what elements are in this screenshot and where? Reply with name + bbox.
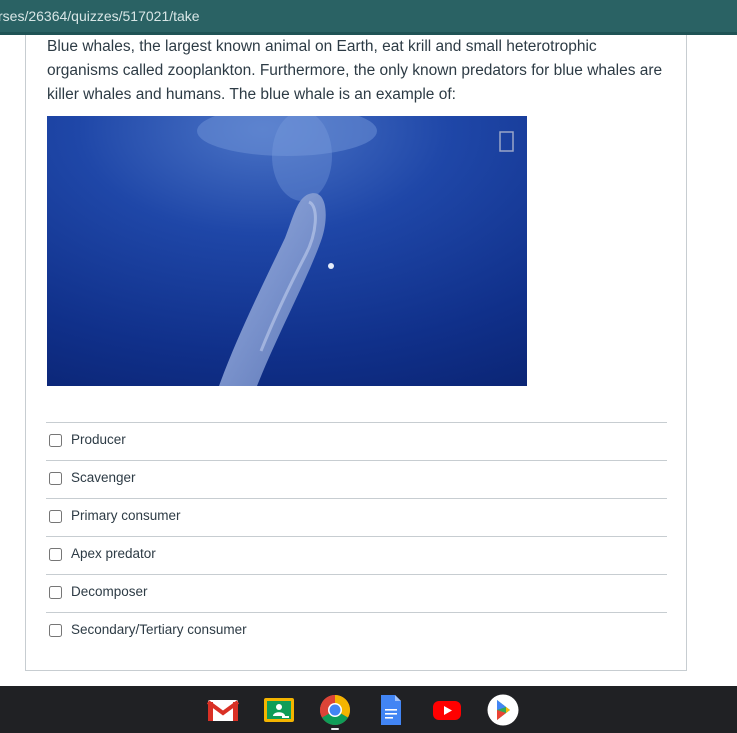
gmail-icon[interactable]	[206, 694, 240, 726]
google-docs-icon[interactable]	[375, 694, 407, 726]
google-classroom-icon[interactable]	[263, 694, 295, 726]
answer-option-scavenger[interactable]: Scavenger	[46, 461, 667, 499]
answer-list: Producer Scavenger Primary consumer Apex…	[46, 422, 667, 650]
blue-whale-image	[47, 116, 527, 386]
url-text[interactable]: rses/26364/quizzes/517021/take	[0, 0, 200, 32]
answer-checkbox[interactable]	[49, 472, 62, 485]
browser-url-bar[interactable]: rses/26364/quizzes/517021/take	[0, 0, 737, 35]
answer-checkbox[interactable]	[49, 586, 62, 599]
youtube-icon[interactable]	[431, 694, 463, 726]
answer-option-apex-predator[interactable]: Apex predator	[46, 537, 667, 575]
answer-label[interactable]: Decomposer	[71, 584, 148, 599]
answer-label[interactable]: Apex predator	[71, 546, 156, 561]
answer-checkbox[interactable]	[49, 624, 62, 637]
play-store-icon[interactable]	[487, 694, 519, 726]
answer-label[interactable]: Secondary/Tertiary consumer	[71, 622, 247, 637]
question-text: Blue whales, the largest known animal on…	[47, 38, 663, 103]
answer-label[interactable]: Primary consumer	[71, 508, 181, 523]
answer-option-producer[interactable]: Producer	[46, 423, 667, 461]
answer-option-primary-consumer[interactable]: Primary consumer	[46, 499, 667, 537]
answer-label[interactable]: Scavenger	[71, 470, 136, 485]
active-app-indicator	[331, 728, 339, 730]
answer-checkbox[interactable]	[49, 548, 62, 561]
quiz-question-card: Blue whales, the largest known animal on…	[25, 35, 687, 671]
answer-checkbox[interactable]	[49, 434, 62, 447]
chrome-icon[interactable]	[319, 694, 351, 726]
answer-checkbox[interactable]	[49, 510, 62, 523]
answer-option-secondary-tertiary-consumer[interactable]: Secondary/Tertiary consumer	[46, 613, 667, 650]
answer-label[interactable]: Producer	[71, 432, 126, 447]
os-shelf	[0, 686, 737, 733]
answer-option-decomposer[interactable]: Decomposer	[46, 575, 667, 613]
